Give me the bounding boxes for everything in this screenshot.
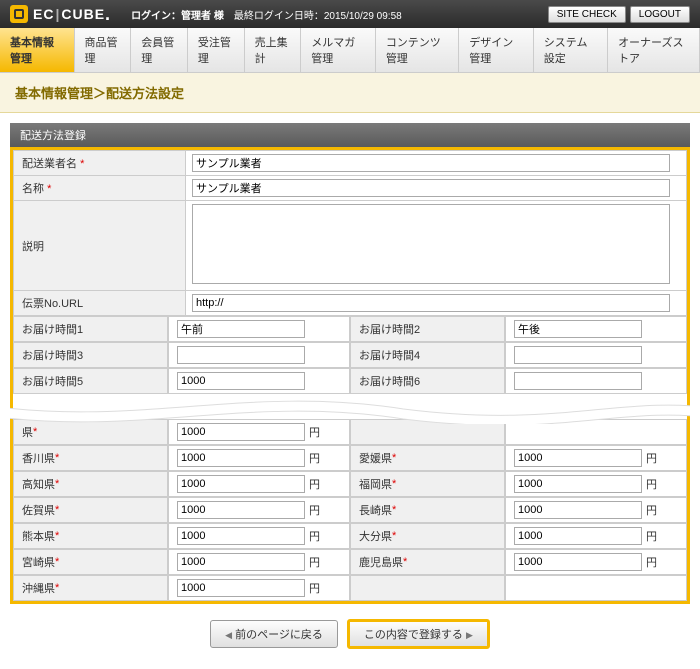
nav-contents[interactable]: コンテンツ管理 — [376, 28, 459, 72]
logo-icon — [10, 5, 28, 23]
pref-label: 宮崎県 * — [13, 549, 168, 575]
fee-input[interactable] — [177, 527, 305, 545]
label-url: 伝票No.URL — [14, 291, 186, 316]
login-info: ログイン：管理者 様 最終ログイン日時：2015/10/29 09:58 — [131, 7, 402, 22]
nav-design[interactable]: デザイン管理 — [459, 28, 534, 72]
logo: EC|CUBE. — [10, 4, 111, 25]
label-time3: お届け時間3 — [13, 342, 168, 368]
label-desc: 説明 — [14, 201, 186, 291]
fee-input[interactable] — [177, 423, 305, 441]
pref-label: 大分県 * — [350, 523, 505, 549]
nav-owners[interactable]: オーナーズストア — [608, 28, 700, 72]
nav-products[interactable]: 商品管理 — [75, 28, 132, 72]
fee-input[interactable] — [514, 527, 642, 545]
breadcrumb: 基本情報管理＞配送方法設定 — [0, 73, 700, 113]
fee-input[interactable] — [177, 475, 305, 493]
time1-input[interactable] — [177, 320, 305, 338]
label-time1: お届け時間1 — [13, 316, 168, 342]
pref-label: 福岡県 * — [350, 471, 505, 497]
site-check-button[interactable]: SITE CHECK — [548, 6, 626, 23]
desc-textarea[interactable] — [192, 204, 670, 284]
label-name: 名称 * — [14, 176, 186, 201]
nav-system[interactable]: システム設定 — [534, 28, 608, 72]
form: 配送業者名 * 名称 * 説明 伝票No.URL お届け時間1 お届け時間2 お… — [10, 147, 690, 604]
fee-input[interactable] — [514, 553, 642, 571]
section-title: 配送方法登録 — [10, 123, 690, 147]
nav-sales[interactable]: 売上集計 — [245, 28, 302, 72]
fee-input[interactable] — [514, 475, 642, 493]
carrier-input[interactable] — [192, 154, 670, 172]
fee-input[interactable] — [177, 501, 305, 519]
pref-label: 長崎県 * — [350, 497, 505, 523]
fee-top-l[interactable] — [177, 372, 305, 390]
nav-members[interactable]: 会員管理 — [131, 28, 188, 72]
logout-button[interactable]: LOGOUT — [630, 6, 690, 23]
fee-input[interactable] — [177, 553, 305, 571]
fee-input[interactable] — [177, 449, 305, 467]
nav-orders[interactable]: 受注管理 — [188, 28, 245, 72]
brand-prefix: EC — [33, 6, 54, 22]
label-carrier: 配送業者名 * — [14, 151, 186, 176]
label-time4: お届け時間4 — [350, 342, 505, 368]
pref-label: 高知県 * — [13, 471, 168, 497]
button-row: ◀ 前のページに戻る この内容で登録する ▶ — [10, 604, 690, 654]
pref-label: 佐賀県 * — [13, 497, 168, 523]
pref-label — [350, 575, 505, 601]
time3-input[interactable] — [177, 346, 305, 364]
fee-input[interactable] — [514, 501, 642, 519]
nav-basic-info[interactable]: 基本情報管理 — [0, 28, 75, 72]
content-break-wave — [10, 389, 690, 424]
pref-label: 沖縄県 * — [13, 575, 168, 601]
pref-label: 鹿児島県 * — [350, 549, 505, 575]
url-input[interactable] — [192, 294, 670, 312]
fee-input[interactable] — [514, 449, 642, 467]
time6-input[interactable] — [514, 372, 642, 390]
back-button[interactable]: ◀ 前のページに戻る — [210, 620, 338, 648]
label-time2: お届け時間2 — [350, 316, 505, 342]
pref-label: 香川県 * — [13, 445, 168, 471]
pref-label: 熊本県 * — [13, 523, 168, 549]
nav-mailmag[interactable]: メルマガ管理 — [301, 28, 376, 72]
pref-label: 愛媛県 * — [350, 445, 505, 471]
app-header: EC|CUBE. ログイン：管理者 様 最終ログイン日時：2015/10/29 … — [0, 0, 700, 28]
time2-input[interactable] — [514, 320, 642, 338]
name-input[interactable] — [192, 179, 670, 197]
time4-input[interactable] — [514, 346, 642, 364]
main-nav: 基本情報管理 商品管理 会員管理 受注管理 売上集計 メルマガ管理 コンテンツ管… — [0, 28, 700, 73]
submit-button[interactable]: この内容で登録する ▶ — [347, 619, 490, 649]
brand-suffix: CUBE — [61, 6, 105, 22]
fee-input[interactable] — [177, 579, 305, 597]
